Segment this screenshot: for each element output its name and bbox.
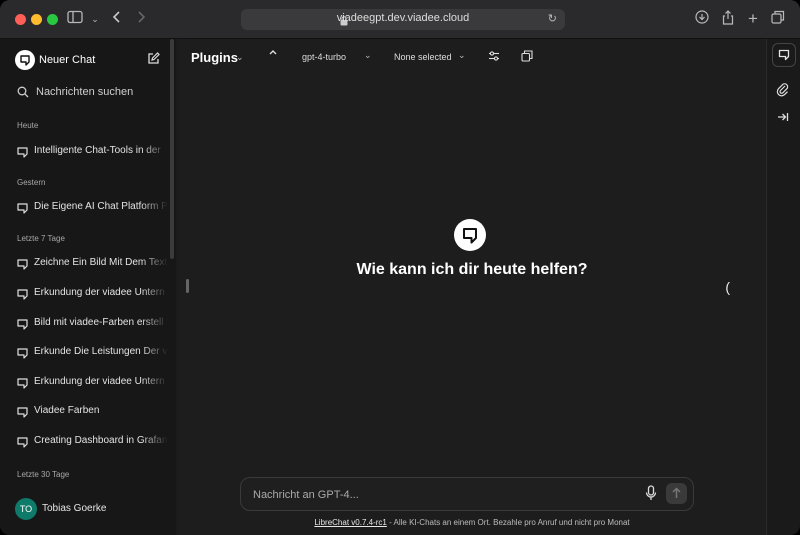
chat-bubble-icon	[17, 346, 28, 363]
conversation-item[interactable]: Zeichne Ein Bild Mit Dem Text	[12, 252, 168, 274]
user-menu-button[interactable]: TO Tobias Goerke	[12, 496, 164, 522]
conversation-title: Bild mit viadee-Farben erstell	[34, 317, 164, 328]
conversation-title: Zeichne Ein Bild Mit Dem Text	[34, 257, 168, 268]
sidebar-toggle-icon[interactable]	[66, 10, 84, 28]
close-window-button[interactable]	[15, 14, 26, 25]
librechat-version-link[interactable]: LibreChat v0.7.4-rc1	[314, 518, 386, 527]
model-selector[interactable]: gpt-4-turbo ⌄	[290, 48, 372, 66]
app-logo-icon	[15, 50, 35, 70]
chat-bubble-icon	[17, 145, 28, 162]
sidebar-scrollbar[interactable]	[170, 39, 174, 259]
model-label: gpt-4-turbo	[302, 52, 347, 62]
tab-overview-icon[interactable]	[769, 10, 787, 28]
search-placeholder: Nachrichten suchen	[36, 86, 134, 98]
chat-bubble-icon	[17, 376, 28, 393]
chat-bubble-icon	[17, 201, 28, 218]
right-panel-handle[interactable]: (	[725, 279, 730, 295]
minimize-window-button[interactable]	[31, 14, 42, 25]
chat-bubble-icon	[17, 435, 28, 452]
conversation-item[interactable]: Creating Dashboard in Grafan	[12, 430, 168, 452]
plugin-selector[interactable]: None selected ⌄	[382, 48, 470, 66]
chevron-down-icon[interactable]: ⌄	[236, 52, 244, 63]
footer-text: LibreChat v0.7.4-rc1 - Alle KI-Chats an …	[178, 518, 766, 527]
conversation-title: Intelligente Chat-Tools in der	[34, 145, 161, 156]
conversation-item[interactable]: Erkundung der viadee Untern	[12, 371, 168, 393]
collapse-options-icon[interactable]	[268, 47, 278, 65]
new-chat-button[interactable]: Neuer Chat	[12, 49, 164, 73]
message-input[interactable]	[251, 486, 635, 504]
sidebar-resize-handle[interactable]	[186, 279, 189, 293]
chevron-down-icon: ⌄	[364, 50, 372, 60]
conversation-title: Die Eigene AI Chat Platform P	[34, 201, 168, 212]
send-button[interactable]	[666, 483, 687, 504]
conversation-item[interactable]: Intelligente Chat-Tools in der	[12, 140, 168, 162]
right-side-panel	[766, 39, 800, 535]
forward-arrow-icon[interactable]	[132, 10, 150, 28]
chat-bubble-icon	[17, 405, 28, 422]
download-icon[interactable]	[693, 10, 711, 28]
chat-bubble-icon	[17, 257, 28, 274]
plugin-label: None selected	[394, 52, 452, 62]
new-tab-icon[interactable]: +	[744, 10, 762, 28]
edit-icon[interactable]	[147, 52, 160, 70]
group-label-heute: Heute	[17, 121, 39, 130]
footer-tagline: - Alle KI-Chats an einem Ort. Bezahle pr…	[386, 518, 630, 527]
avatar: TO	[15, 498, 37, 520]
chat-bubble-icon	[17, 287, 28, 304]
collapse-panel-icon[interactable]	[772, 106, 794, 128]
conversation-title: Erkundung der viadee Untern	[34, 287, 165, 298]
reload-icon[interactable]: ↻	[548, 12, 557, 25]
chat-main: Plugins ⌄ gpt-4-turbo ⌄ None selected ⌄ …	[178, 39, 766, 535]
group-label-letzte-7-tage: Letzte 7 Tage	[17, 234, 65, 243]
url-text: viadeegpt.dev.viadee.cloud	[336, 12, 470, 24]
microphone-icon[interactable]	[645, 485, 657, 506]
panel-chat-icon[interactable]	[772, 43, 796, 67]
browser-window: ⌄ viadeegpt.dev.viadee.cloud ↻ + Neuer C…	[0, 0, 800, 535]
conversation-item[interactable]: Erkunde Die Leistungen Der v	[12, 341, 168, 363]
conversation-item[interactable]: Bild mit viadee-Farben erstell	[12, 312, 168, 334]
address-bar[interactable]: viadeegpt.dev.viadee.cloud ↻	[241, 9, 565, 30]
back-arrow-icon[interactable]	[108, 10, 126, 28]
conversation-title: Viadee Farben	[34, 405, 100, 416]
conversation-title: Creating Dashboard in Grafan	[34, 435, 168, 446]
chat-sidebar: Neuer Chat Nachrichten suchen Heute Inte…	[0, 39, 176, 535]
conversation-item[interactable]: Viadee Farben	[12, 400, 168, 422]
user-name: Tobias Goerke	[42, 503, 107, 514]
new-chat-label: Neuer Chat	[39, 54, 96, 66]
conversation-item[interactable]: Die Eigene AI Chat Platform P	[12, 196, 168, 218]
search-field[interactable]: Nachrichten suchen	[12, 81, 164, 103]
share-icon[interactable]	[719, 10, 737, 28]
zoom-window-button[interactable]	[47, 14, 58, 25]
chevron-down-icon[interactable]: ⌄	[86, 10, 104, 28]
app-logo-icon	[454, 219, 486, 251]
chevron-down-icon: ⌄	[458, 50, 466, 60]
chat-bubble-icon	[17, 317, 28, 334]
paperclip-icon[interactable]	[772, 79, 794, 101]
message-composer	[240, 477, 694, 511]
endpoint-selector[interactable]: Plugins	[191, 50, 238, 65]
search-icon	[17, 85, 29, 103]
settings-sliders-icon[interactable]	[488, 50, 500, 68]
conversation-item[interactable]: Erkundung der viadee Untern	[12, 282, 168, 304]
copy-icon[interactable]	[521, 50, 533, 68]
welcome-heading: Wie kann ich dir heute helfen?	[356, 261, 588, 278]
browser-toolbar: ⌄ viadeegpt.dev.viadee.cloud ↻ +	[0, 0, 800, 39]
conversation-title: Erkunde Die Leistungen Der v	[34, 346, 168, 357]
group-label-gestern: Gestern	[17, 178, 46, 187]
conversation-title: Erkundung der viadee Untern	[34, 376, 165, 387]
group-label-letzte-30-tage: Letzte 30 Tage	[17, 470, 70, 479]
